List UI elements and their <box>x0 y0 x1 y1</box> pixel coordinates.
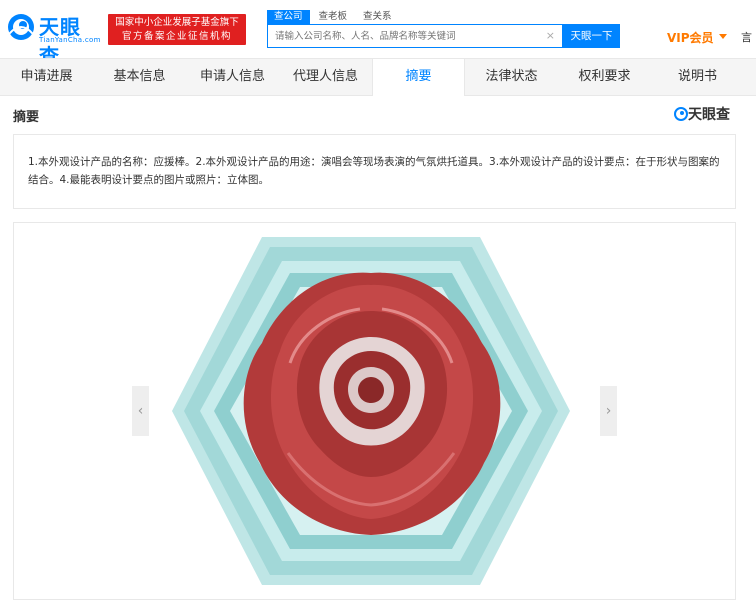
search-tabs: 查公司 查老板 查关系 <box>267 10 401 24</box>
official-badge[interactable]: 国家中小企业发展子基金旗下 官方备案企业征信机构 <box>108 14 246 45</box>
prev-arrow-button[interactable]: ‹ <box>132 386 149 436</box>
tab-agent-info[interactable]: 代理人信息 <box>279 59 372 95</box>
next-arrow-button[interactable]: › <box>600 386 617 436</box>
design-image-carousel: ‹ › <box>13 222 736 600</box>
logo-eye-icon <box>8 14 34 40</box>
tianyancha-logo[interactable]: 天眼查 TianYanCha.com <box>6 10 101 68</box>
search-input[interactable] <box>268 25 540 47</box>
tab-application-progress[interactable]: 申请进展 <box>0 59 93 95</box>
search-box: × <box>267 24 563 48</box>
badge-line-1: 国家中小企业发展子基金旗下 <box>115 17 239 28</box>
badge-line-2: 官方备案企业征信机构 <box>121 31 232 42</box>
vip-member-link[interactable]: VIP会员 <box>667 29 714 46</box>
tab-basic-info[interactable]: 基本信息 <box>93 59 186 95</box>
caret-down-icon[interactable] <box>719 34 727 39</box>
design-product-image <box>172 237 570 585</box>
section-title: 摘要 <box>13 110 40 125</box>
search-tab-boss[interactable]: 查老板 <box>312 10 355 24</box>
watermark-text: 天眼查 <box>688 107 730 123</box>
tab-abstract[interactable]: 摘要 <box>372 59 465 96</box>
top-header: 天眼查 TianYanCha.com 国家中小企业发展子基金旗下 官方备案企业征… <box>0 0 756 68</box>
logo-subtext: TianYanCha.com <box>39 36 101 44</box>
tab-legal-status[interactable]: 法律状态 <box>465 59 558 95</box>
detail-nav-tabs: 申请进展 基本信息 申请人信息 代理人信息 摘要 法律状态 权利要求 说明书 <box>0 58 756 96</box>
search-button[interactable]: 天眼一下 <box>563 24 620 48</box>
search-tab-relation[interactable]: 查关系 <box>356 10 399 24</box>
watermark-logo-icon <box>674 107 688 121</box>
tab-description[interactable]: 说明书 <box>651 59 744 95</box>
clear-icon[interactable]: × <box>546 29 555 43</box>
abstract-box: 1.本外观设计产品的名称：应援棒。2.本外观设计产品的用途：演唱会等现场表演的气… <box>13 134 736 209</box>
tab-applicant-info[interactable]: 申请人信息 <box>186 59 279 95</box>
search-tab-company[interactable]: 查公司 <box>267 10 310 24</box>
header-right-link[interactable]: 言 <box>741 29 752 45</box>
abstract-text: 1.本外观设计产品的名称：应援棒。2.本外观设计产品的用途：演唱会等现场表演的气… <box>28 156 720 186</box>
tab-claims[interactable]: 权利要求 <box>558 59 651 95</box>
